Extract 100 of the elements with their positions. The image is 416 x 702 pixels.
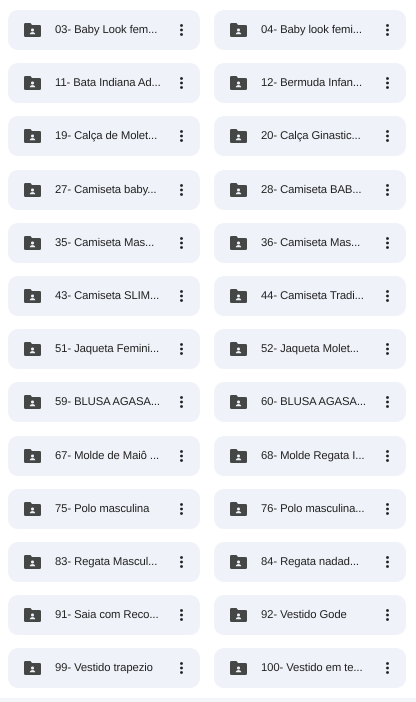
folder-card[interactable]: 19- Calça de Molet... — [8, 116, 200, 156]
kebab-menu-icon — [180, 396, 182, 408]
folder-card[interactable]: 92- Vestido Gode — [214, 595, 406, 636]
folder-name: 04- Baby look femi... — [261, 24, 363, 36]
folder-name: 27- Camiseta baby... — [55, 184, 158, 196]
folder-card[interactable]: 76- Polo masculina... — [214, 488, 406, 529]
folder-card[interactable]: 68- Molde Regata I... — [214, 436, 406, 476]
kebab-menu-icon — [386, 502, 388, 515]
shared-folder-icon — [24, 502, 41, 516]
folder-name: 59- BLUSA AGASA... — [55, 396, 161, 408]
shared-folder-icon — [24, 395, 41, 410]
folder-name: 100- Vestido em te... — [261, 662, 364, 674]
kebab-menu-icon — [386, 236, 388, 249]
folder-name: 99- Vestido trapezio — [55, 662, 154, 674]
kebab-menu-icon — [386, 450, 388, 462]
folder-name: 20- Calça Ginastic... — [261, 130, 362, 142]
folder-name: 19- Calça de Molet... — [55, 130, 158, 142]
shared-folder-icon — [230, 342, 247, 356]
folder-name: 36- Camiseta Mas... — [261, 236, 362, 249]
folder-name: 68- Molde Regata I... — [261, 450, 366, 462]
folder-name: 92- Vestido Gode — [261, 609, 348, 622]
shared-folder-icon — [230, 288, 247, 303]
kebab-menu-icon — [180, 236, 182, 249]
folder-name: 11- Bata Indiana Ad... — [55, 77, 162, 90]
folder-card[interactable]: 43- Camiseta SLIM... — [8, 276, 200, 316]
kebab-menu-icon — [386, 184, 388, 196]
kebab-menu-icon — [386, 343, 388, 356]
shared-folder-icon — [24, 288, 41, 303]
folder-name: 51- Jaqueta Femini... — [55, 343, 160, 356]
kebab-menu-icon — [180, 343, 182, 356]
kebab-menu-icon — [180, 77, 182, 90]
folder-card[interactable]: 75- Polo masculina — [8, 488, 200, 529]
shared-folder-icon — [24, 76, 41, 90]
folder-name: 12- Bermuda Infan... — [261, 77, 363, 90]
kebab-menu-icon — [386, 556, 388, 568]
folder-card[interactable]: 99- Vestido trapezio — [8, 648, 200, 688]
shared-folder-icon — [230, 395, 247, 410]
kebab-menu-icon — [386, 77, 388, 90]
shared-folder-icon — [24, 608, 41, 622]
kebab-menu-icon — [180, 130, 182, 142]
folder-card[interactable]: 60- BLUSA AGASA... — [214, 382, 406, 422]
folder-card[interactable]: 28- Camiseta BAB... — [214, 170, 406, 210]
folder-card[interactable]: 04- Baby look femi... — [214, 10, 406, 50]
kebab-menu-icon — [180, 290, 182, 302]
shared-folder-icon — [24, 342, 41, 356]
folder-name: 83- Regata Mascul... — [55, 556, 158, 568]
shared-folder-icon — [230, 23, 247, 37]
folder-name: 28- Camiseta BAB... — [261, 184, 362, 196]
folder-card[interactable]: 35- Camiseta Mas... — [8, 222, 200, 263]
shared-folder-icon — [230, 236, 247, 250]
shared-folder-icon — [230, 608, 247, 622]
shared-folder-icon — [230, 554, 247, 569]
kebab-menu-icon — [180, 24, 182, 36]
kebab-menu-icon — [386, 24, 388, 36]
folder-name: 91- Saia com Reco... — [55, 609, 160, 622]
folder-name: 76- Polo masculina... — [261, 502, 366, 515]
folder-card[interactable]: 51- Jaqueta Femini... — [8, 329, 200, 370]
folder-card[interactable]: 11- Bata Indiana Ad... — [8, 63, 200, 104]
shared-folder-icon — [230, 448, 247, 462]
kebab-menu-icon — [180, 502, 182, 515]
folder-card[interactable]: 67- Molde de Maiô ... — [8, 436, 200, 476]
folder-card[interactable]: 91- Saia com Reco... — [8, 595, 200, 636]
shared-folder-icon — [24, 129, 41, 144]
folder-name: 44- Camiseta Tradi... — [261, 290, 365, 302]
folder-name: 84- Regata nadad... — [261, 556, 360, 568]
kebab-menu-icon — [386, 396, 388, 408]
shared-folder-icon — [230, 182, 247, 197]
shared-folder-icon — [24, 236, 41, 250]
folder-card[interactable]: 03- Baby Look fem... — [8, 10, 200, 50]
folder-card[interactable]: 100- Vestido em te... — [214, 648, 406, 688]
folder-card[interactable]: 12- Bermuda Infan... — [214, 63, 406, 104]
kebab-menu-icon — [386, 609, 388, 622]
kebab-menu-icon — [386, 130, 388, 142]
folder-name: 67- Molde de Maiô ... — [55, 450, 160, 462]
folder-card[interactable]: 27- Camiseta baby... — [8, 170, 200, 210]
folder-card[interactable]: 36- Camiseta Mas... — [214, 222, 406, 263]
folder-name: 03- Baby Look fem... — [55, 24, 158, 36]
folder-card[interactable]: 44- Camiseta Tradi... — [214, 276, 406, 316]
folder-card[interactable]: 84- Regata nadad... — [214, 542, 406, 582]
folder-name: 75- Polo masculina — [55, 502, 150, 515]
folder-name: 43- Camiseta SLIM... — [55, 290, 160, 302]
shared-folder-icon — [24, 554, 41, 569]
kebab-menu-icon — [180, 662, 182, 674]
folder-card[interactable]: 20- Calça Ginastic... — [214, 116, 406, 156]
kebab-menu-icon — [180, 450, 182, 462]
shared-folder-icon — [24, 23, 41, 37]
shared-folder-icon — [24, 182, 41, 197]
folder-card[interactable]: 83- Regata Mascul... — [8, 542, 200, 582]
folder-card[interactable]: 52- Jaqueta Molet... — [214, 329, 406, 370]
shared-folder-icon — [24, 448, 41, 462]
shared-folder-icon — [24, 661, 41, 676]
shared-folder-icon — [230, 76, 247, 90]
folder-card[interactable]: 59- BLUSA AGASA... — [8, 382, 200, 422]
shared-folder-icon — [230, 129, 247, 144]
kebab-menu-icon — [180, 184, 182, 196]
shared-folder-icon — [230, 661, 247, 676]
kebab-menu-icon — [386, 662, 388, 674]
kebab-menu-icon — [180, 556, 182, 568]
folder-name: 52- Jaqueta Molet... — [261, 343, 360, 356]
kebab-menu-icon — [180, 609, 182, 622]
